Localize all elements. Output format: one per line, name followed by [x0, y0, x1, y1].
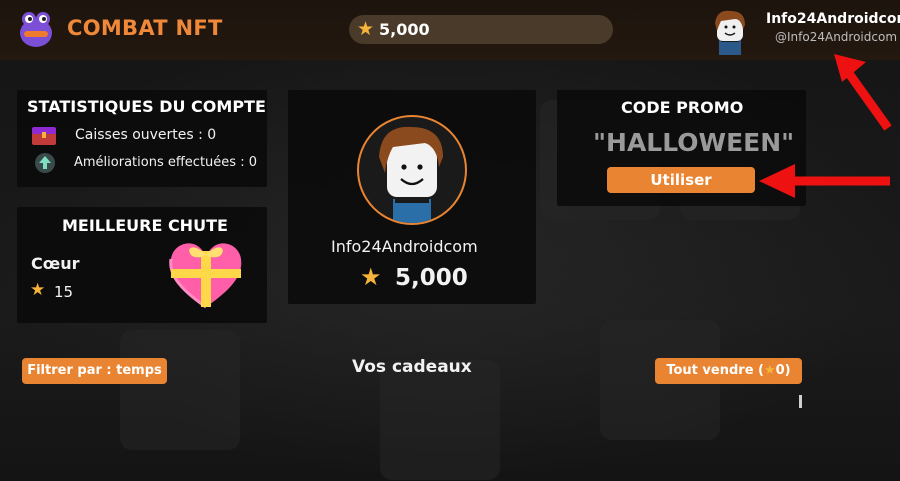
avatar[interactable]: [707, 9, 753, 55]
use-promo-button[interactable]: Utiliser: [607, 167, 755, 193]
balance-display: ★ 5,000: [349, 15, 613, 44]
frog-mascot-icon[interactable]: [14, 7, 58, 51]
profile-username: Info24Androidcom: [331, 237, 478, 256]
best-drop-item-value: 15: [54, 283, 74, 301]
boxes-opened-stat: Caisses ouvertes : 0: [75, 127, 217, 143]
sell-all-value: 0): [775, 363, 791, 378]
gifts-title: Vos cadeaux: [352, 357, 472, 377]
scrollbar[interactable]: [799, 395, 802, 408]
annotation-arrow-left: [759, 164, 890, 198]
star-icon: ★: [763, 363, 776, 378]
header-username[interactable]: Info24Androidcom: [766, 11, 900, 27]
avatar: [379, 126, 443, 223]
profile-balance: 5,000: [395, 265, 468, 291]
star-icon: ★: [30, 280, 46, 300]
chest-icon: [32, 127, 56, 145]
annotation-arrow-up: [834, 54, 892, 131]
header-handle: @Info24Androidcom: [775, 30, 898, 44]
upgrade-arrow-icon: [35, 153, 55, 173]
sell-all-button[interactable]: Tout vendre (★0): [655, 358, 802, 384]
bg-tile: [120, 330, 240, 450]
best-drop-item-name: Cœur: [31, 254, 80, 273]
sell-all-label: Tout vendre (: [666, 363, 764, 378]
top-bar: COMBAT NFT ★ 5,000 Info24Androidcom @Inf…: [0, 0, 900, 60]
brand-title[interactable]: COMBAT NFT: [67, 16, 223, 40]
heart-gift-icon: [169, 243, 242, 309]
account-stats-card: STATISTIQUES DU COMPTE Caisses ouvertes …: [17, 90, 267, 187]
promo-code-input[interactable]: "HALLOWEEN": [593, 128, 794, 157]
bg-tile: [380, 360, 500, 480]
best-drop-title: MEILLEURE CHUTE: [62, 216, 228, 235]
profile-card: Info24Androidcom ★ 5,000: [288, 90, 536, 304]
promo-title: CODE PROMO: [621, 98, 744, 117]
upgrades-stat: Améliorations effectuées : 0: [74, 155, 257, 170]
balance-value: 5,000: [379, 20, 430, 39]
stats-title: STATISTIQUES DU COMPTE: [27, 97, 266, 116]
filter-by-time-button[interactable]: Filtrer par : temps: [22, 358, 167, 384]
star-icon: ★: [357, 18, 375, 40]
best-drop-card: MEILLEURE CHUTE Cœur ★ 15: [17, 207, 267, 323]
profile-avatar[interactable]: [357, 115, 467, 225]
star-icon: ★: [360, 263, 382, 291]
